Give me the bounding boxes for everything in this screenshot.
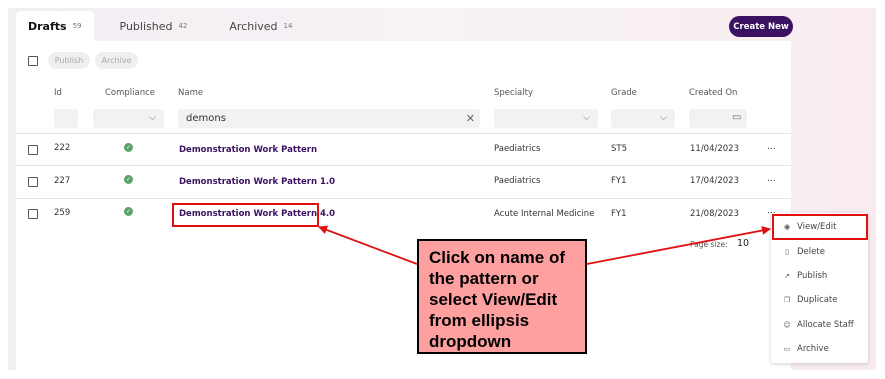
instruction-callout: Click on name of the pattern or select V… [417, 239, 587, 354]
arrow-to-name [318, 225, 418, 265]
arrow-to-view-edit [586, 226, 771, 265]
